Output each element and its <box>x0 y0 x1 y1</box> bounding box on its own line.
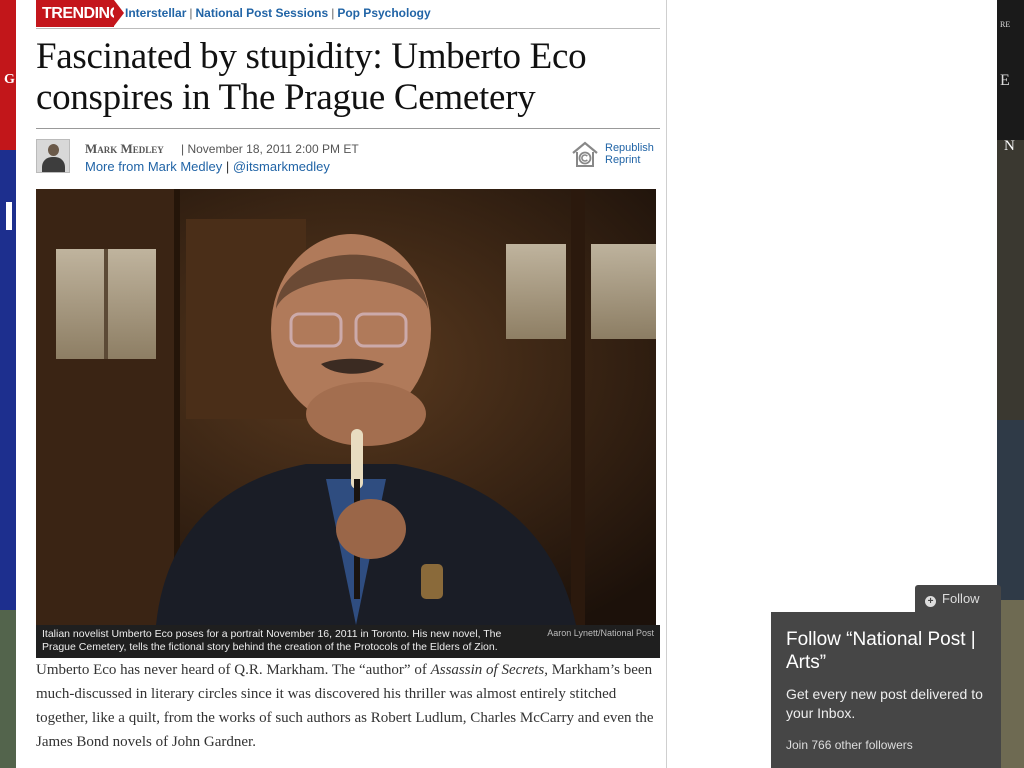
background-left-mark <box>6 202 12 230</box>
background-right-small-text: RE <box>1000 20 1011 29</box>
follow-panel-description: Get every new post delivered to your Inb… <box>786 686 983 721</box>
trending-link-interstellar[interactable]: Interstellar <box>125 6 186 20</box>
photo-caption: Italian novelist Umberto Eco poses for a… <box>36 625 660 658</box>
follow-button-label: Follow <box>942 591 980 606</box>
follow-panel-followers: Join 766 other followers <box>786 738 913 752</box>
content-right-border <box>666 0 667 768</box>
author-links: More from Mark Medley | @itsmarkmedley <box>85 159 330 174</box>
publish-date: November 18, 2011 2:00 PM ET <box>187 142 359 156</box>
trending-separator: | <box>189 6 193 20</box>
background-left-letter: G <box>4 72 15 87</box>
trending-separator: | <box>331 6 335 20</box>
umberto-eco-portrait <box>36 189 656 625</box>
follow-panel: Follow “National Post | Arts” Get every … <box>771 612 1001 768</box>
follow-panel-title: Follow “National Post | Arts” <box>786 629 976 673</box>
background-right-mid-letter: N <box>1004 138 1015 154</box>
author-name[interactable]: Mark Medley <box>85 141 164 157</box>
trending-label: TRENDING <box>36 0 124 27</box>
more-from-author-link[interactable]: More from Mark Medley <box>85 159 222 174</box>
article-headline: Fascinated by stupidity: Umberto Eco con… <box>36 36 587 118</box>
trending-bar: TRENDING Interstellar | National Post Sess… <box>36 0 660 29</box>
byline-date: | November 18, 2011 2:00 PM ET <box>181 142 359 156</box>
trending-link-national-post-sessions[interactable]: National Post Sessions <box>195 6 328 20</box>
republish-reprint[interactable]: Republish Reprint <box>570 140 660 170</box>
trending-link-pop-psychology[interactable]: Pop Psychology <box>337 6 430 20</box>
background-left-strip: G <box>0 0 16 768</box>
follow-button[interactable]: + Follow <box>915 585 1001 613</box>
republish-house-copyright-icon <box>572 141 598 167</box>
reprint-link[interactable]: Reprint <box>605 154 654 166</box>
trending-links: Interstellar | National Post Sessions | Pop … <box>125 6 431 20</box>
article-body: Umberto Eco has never heard of Q.R. Mark… <box>36 658 660 754</box>
republish-link[interactable]: Republish <box>605 142 654 154</box>
author-twitter-link[interactable]: @itsmarkmedley <box>233 159 330 174</box>
background-right-big-letter: E <box>1000 72 1010 89</box>
caption-text: Italian novelist Umberto Eco poses for a… <box>42 628 502 653</box>
plus-circle-icon: + <box>925 596 936 607</box>
photo-credit: Aaron Lynett/National Post <box>547 628 654 638</box>
author-avatar[interactable] <box>36 139 70 173</box>
background-right-strip: RE E N <box>997 0 1024 768</box>
byline-divider <box>36 128 660 129</box>
body-text-start: Umberto Eco has never heard of Q.R. Mark… <box>36 662 431 678</box>
book-title: Assassin of Secrets <box>430 662 545 678</box>
article-photo <box>36 189 656 625</box>
